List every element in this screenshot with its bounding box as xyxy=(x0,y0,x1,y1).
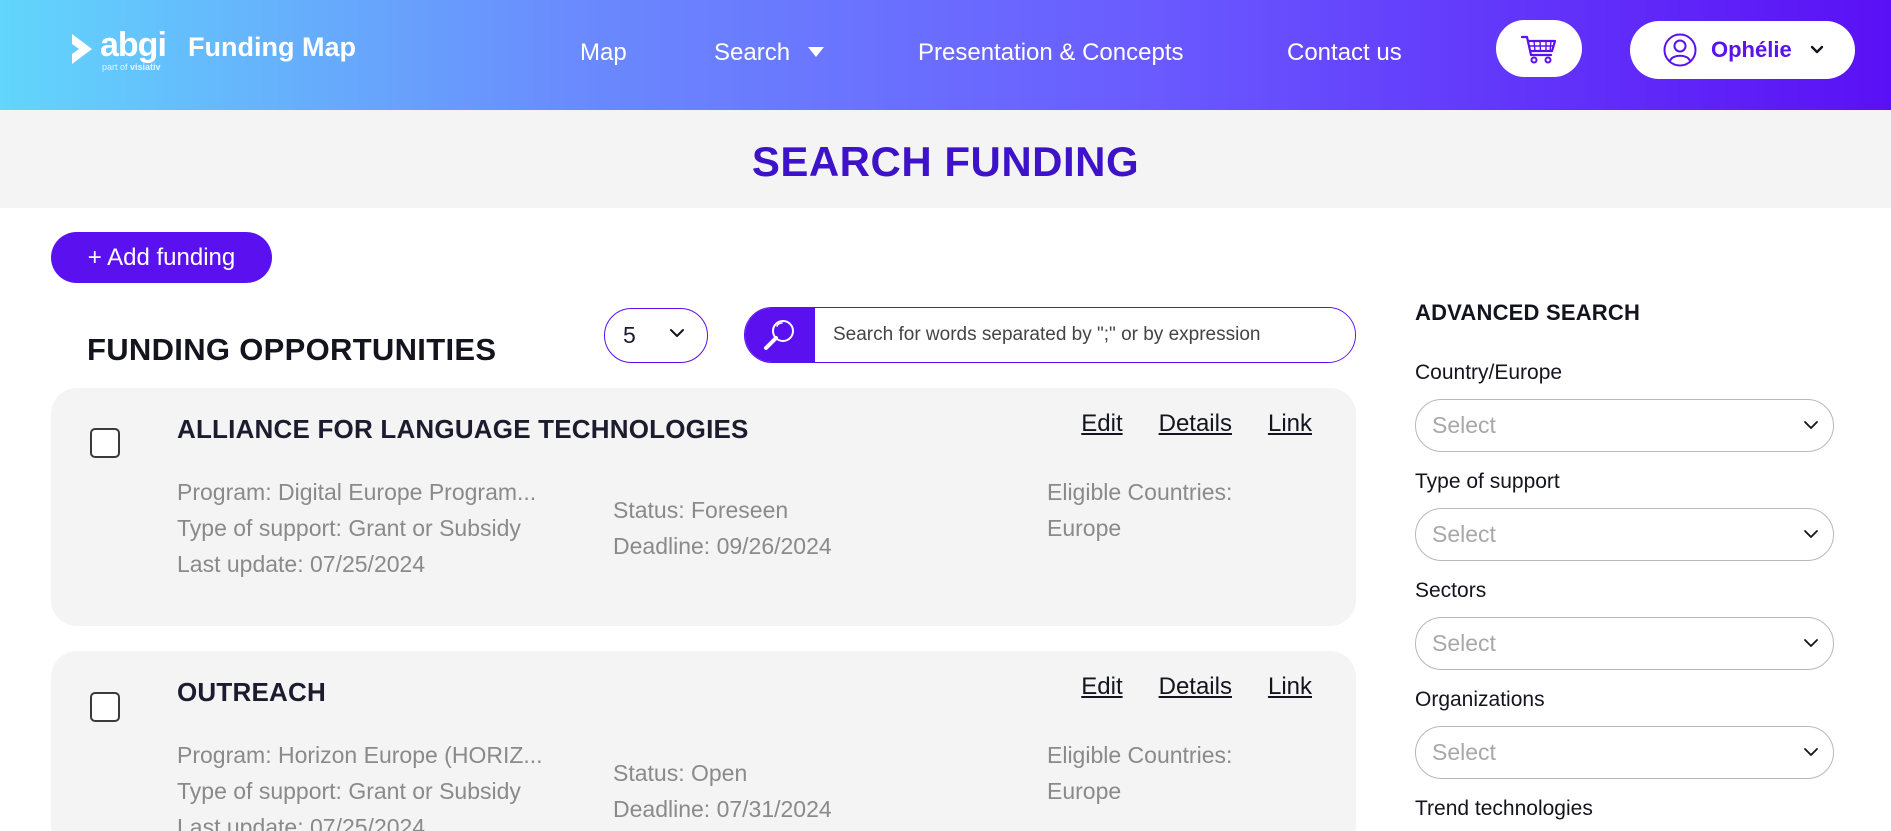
card-status: Status: Open xyxy=(613,760,748,786)
edit-link[interactable]: Edit xyxy=(1081,673,1122,701)
title-band: SEARCH FUNDING xyxy=(0,110,1891,208)
card-meta-mid: Status: Foreseen Deadline: 09/26/2024 xyxy=(613,492,1013,564)
card-meta-left: Program: Digital Europe Program... Type … xyxy=(177,474,577,582)
app-title: Funding Map xyxy=(188,32,356,62)
abgi-logo[interactable]: abgi part of visiativ xyxy=(70,26,167,72)
nav-search[interactable]: Search xyxy=(714,39,825,67)
user-menu-button[interactable]: Ophélie xyxy=(1630,21,1855,79)
nav-search-label: Search xyxy=(714,39,791,66)
shopping-cart-icon xyxy=(1520,35,1557,63)
caret-down-icon xyxy=(808,46,825,57)
external-link[interactable]: Link xyxy=(1268,410,1312,438)
card-select-checkbox[interactable] xyxy=(90,692,120,722)
nav-contact[interactable]: Contact us xyxy=(1287,39,1402,67)
details-link[interactable]: Details xyxy=(1159,410,1232,438)
card-last-update: Last update: 07/25/2024 xyxy=(177,814,426,831)
card-eligible-label: Eligible Countries: xyxy=(1047,479,1233,505)
chevron-down-icon xyxy=(1803,529,1819,540)
funding-card: ALLIANCE FOR LANGUAGE TECHNOLOGIES Edit … xyxy=(51,388,1356,626)
logo-tagline: part of visiativ xyxy=(102,62,161,72)
details-link[interactable]: Details xyxy=(1159,673,1232,701)
card-meta-right: Eligible Countries: Europe xyxy=(1047,737,1287,809)
nav-map[interactable]: Map xyxy=(580,39,627,67)
filter-select-organizations[interactable]: Select xyxy=(1415,726,1834,779)
card-eligible-value: Europe xyxy=(1047,778,1122,804)
chevron-down-icon xyxy=(1803,638,1819,649)
advanced-search-title: ADVANCED SEARCH xyxy=(1415,300,1641,325)
filter-select-support-type[interactable]: Select xyxy=(1415,508,1834,561)
filter-placeholder: Select xyxy=(1432,412,1496,438)
chevron-down-icon xyxy=(1803,420,1819,431)
card-support-type: Type of support: Grant or Subsidy xyxy=(177,778,521,804)
filter-select-country[interactable]: Select xyxy=(1415,399,1834,452)
section-title: FUNDING OPPORTUNITIES xyxy=(87,332,497,367)
logo-wordmark: abgi xyxy=(100,26,167,64)
card-program: Program: Digital Europe Program... xyxy=(177,479,537,505)
card-program: Program: Horizon Europe (HORIZ... xyxy=(177,742,543,768)
card-eligible-label: Eligible Countries: xyxy=(1047,742,1233,768)
search-box xyxy=(744,307,1356,363)
filter-placeholder: Select xyxy=(1432,521,1496,547)
card-select-checkbox[interactable] xyxy=(90,428,120,458)
card-deadline: Deadline: 09/26/2024 xyxy=(613,533,832,559)
page-size-select[interactable]: 5 xyxy=(604,308,708,363)
user-circle-icon xyxy=(1663,33,1697,67)
top-header: abgi part of visiativ Funding Map Map Se… xyxy=(0,0,1891,110)
filter-placeholder: Select xyxy=(1432,630,1496,656)
card-meta-right: Eligible Countries: Europe xyxy=(1047,474,1287,546)
add-funding-button[interactable]: + Add funding xyxy=(51,232,272,283)
external-link[interactable]: Link xyxy=(1268,673,1312,701)
card-actions: Edit Details Link xyxy=(1081,410,1312,438)
card-meta-mid: Status: Open Deadline: 07/31/2024 xyxy=(613,755,1013,827)
card-title: OUTREACH xyxy=(177,677,326,707)
page-size-value: 5 xyxy=(623,322,636,348)
nav-presentation[interactable]: Presentation & Concepts xyxy=(918,39,1184,67)
card-last-update: Last update: 07/25/2024 xyxy=(177,551,426,577)
abgi-arrow-logo-icon xyxy=(70,32,96,66)
filter-placeholder: Select xyxy=(1432,739,1496,765)
chevron-down-icon xyxy=(1810,45,1824,55)
filter-label-trend-technologies: Trend technologies xyxy=(1415,797,1593,820)
card-meta-left: Program: Horizon Europe (HORIZ... Type o… xyxy=(177,737,577,831)
card-deadline: Deadline: 07/31/2024 xyxy=(613,796,832,822)
edit-link[interactable]: Edit xyxy=(1081,410,1122,438)
filter-label-sectors: Sectors xyxy=(1415,579,1487,602)
cart-button[interactable] xyxy=(1496,20,1582,77)
filter-label-organizations: Organizations xyxy=(1415,688,1545,711)
card-eligible-value: Europe xyxy=(1047,515,1122,541)
magnifier-icon xyxy=(764,320,794,350)
chevron-down-icon xyxy=(1803,747,1819,758)
card-actions: Edit Details Link xyxy=(1081,673,1312,701)
card-title: ALLIANCE FOR LANGUAGE TECHNOLOGIES xyxy=(177,414,749,444)
filter-label-support-type: Type of support xyxy=(1415,470,1560,493)
filter-label-country: Country/Europe xyxy=(1415,361,1563,384)
user-name: Ophélie xyxy=(1711,37,1792,62)
search-input[interactable] xyxy=(815,308,1355,362)
card-support-type: Type of support: Grant or Subsidy xyxy=(177,515,521,541)
page-title: SEARCH FUNDING xyxy=(751,138,1140,185)
filter-select-sectors[interactable]: Select xyxy=(1415,617,1834,670)
card-status: Status: Foreseen xyxy=(613,497,789,523)
funding-card: OUTREACH Edit Details Link Program: Hori… xyxy=(51,651,1356,831)
search-button[interactable] xyxy=(745,308,815,362)
chevron-down-icon xyxy=(669,328,685,339)
